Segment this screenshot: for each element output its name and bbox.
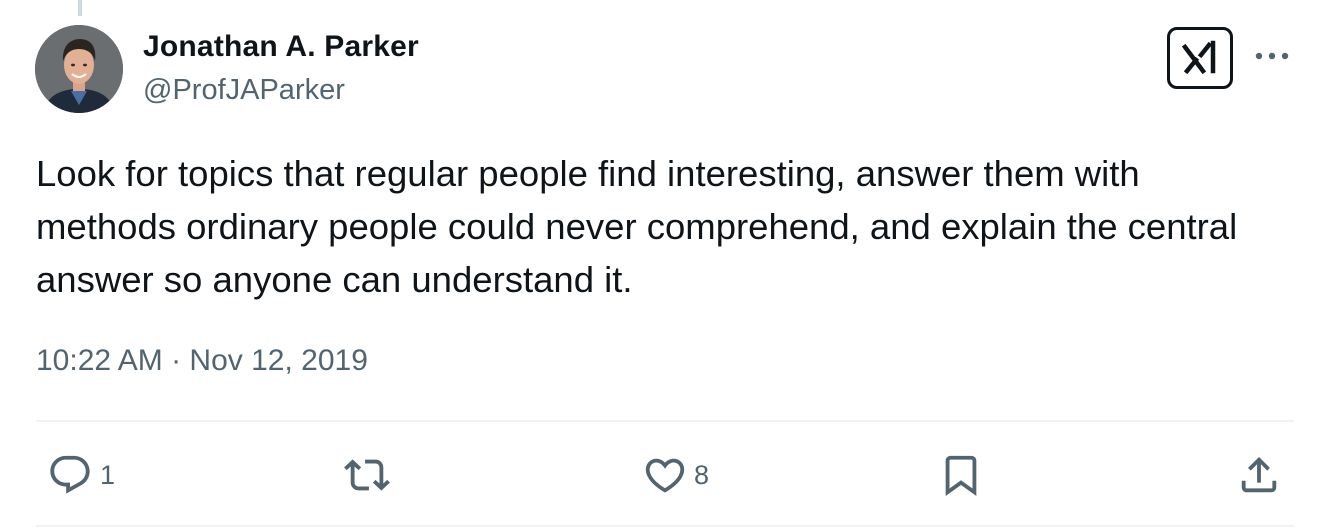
author-handle[interactable]: @ProfJAParker — [143, 74, 345, 107]
bookmark-button[interactable] — [938, 452, 984, 498]
profile-photo-icon — [35, 25, 123, 113]
more-horizontal-icon — [1255, 52, 1289, 60]
avatar[interactable] — [35, 25, 123, 113]
heart-icon — [645, 458, 685, 493]
bookmark-icon — [945, 455, 977, 496]
share-button[interactable] — [1236, 452, 1282, 498]
reply-count: 1 — [100, 459, 116, 490]
retweet-icon — [344, 459, 390, 491]
share-icon — [1241, 456, 1277, 493]
reply-icon — [50, 455, 90, 494]
reply-button[interactable]: 1 — [46, 452, 115, 498]
thread-connector-line — [78, 0, 82, 16]
more-options-button[interactable] — [1254, 42, 1290, 70]
author-display-name[interactable]: Jonathan A. Parker — [143, 30, 419, 64]
divider — [36, 525, 1294, 527]
retweet-button[interactable] — [342, 452, 398, 498]
divider — [36, 420, 1294, 422]
like-button[interactable]: 8 — [642, 452, 709, 498]
tweet-text: Look for topics that regular people find… — [36, 153, 1238, 300]
tweet-timestamp[interactable]: 10:22 AM · Nov 12, 2019 — [36, 344, 368, 378]
grok-icon — [1181, 40, 1216, 75]
grok-button[interactable] — [1167, 27, 1233, 89]
like-count: 8 — [694, 459, 710, 490]
